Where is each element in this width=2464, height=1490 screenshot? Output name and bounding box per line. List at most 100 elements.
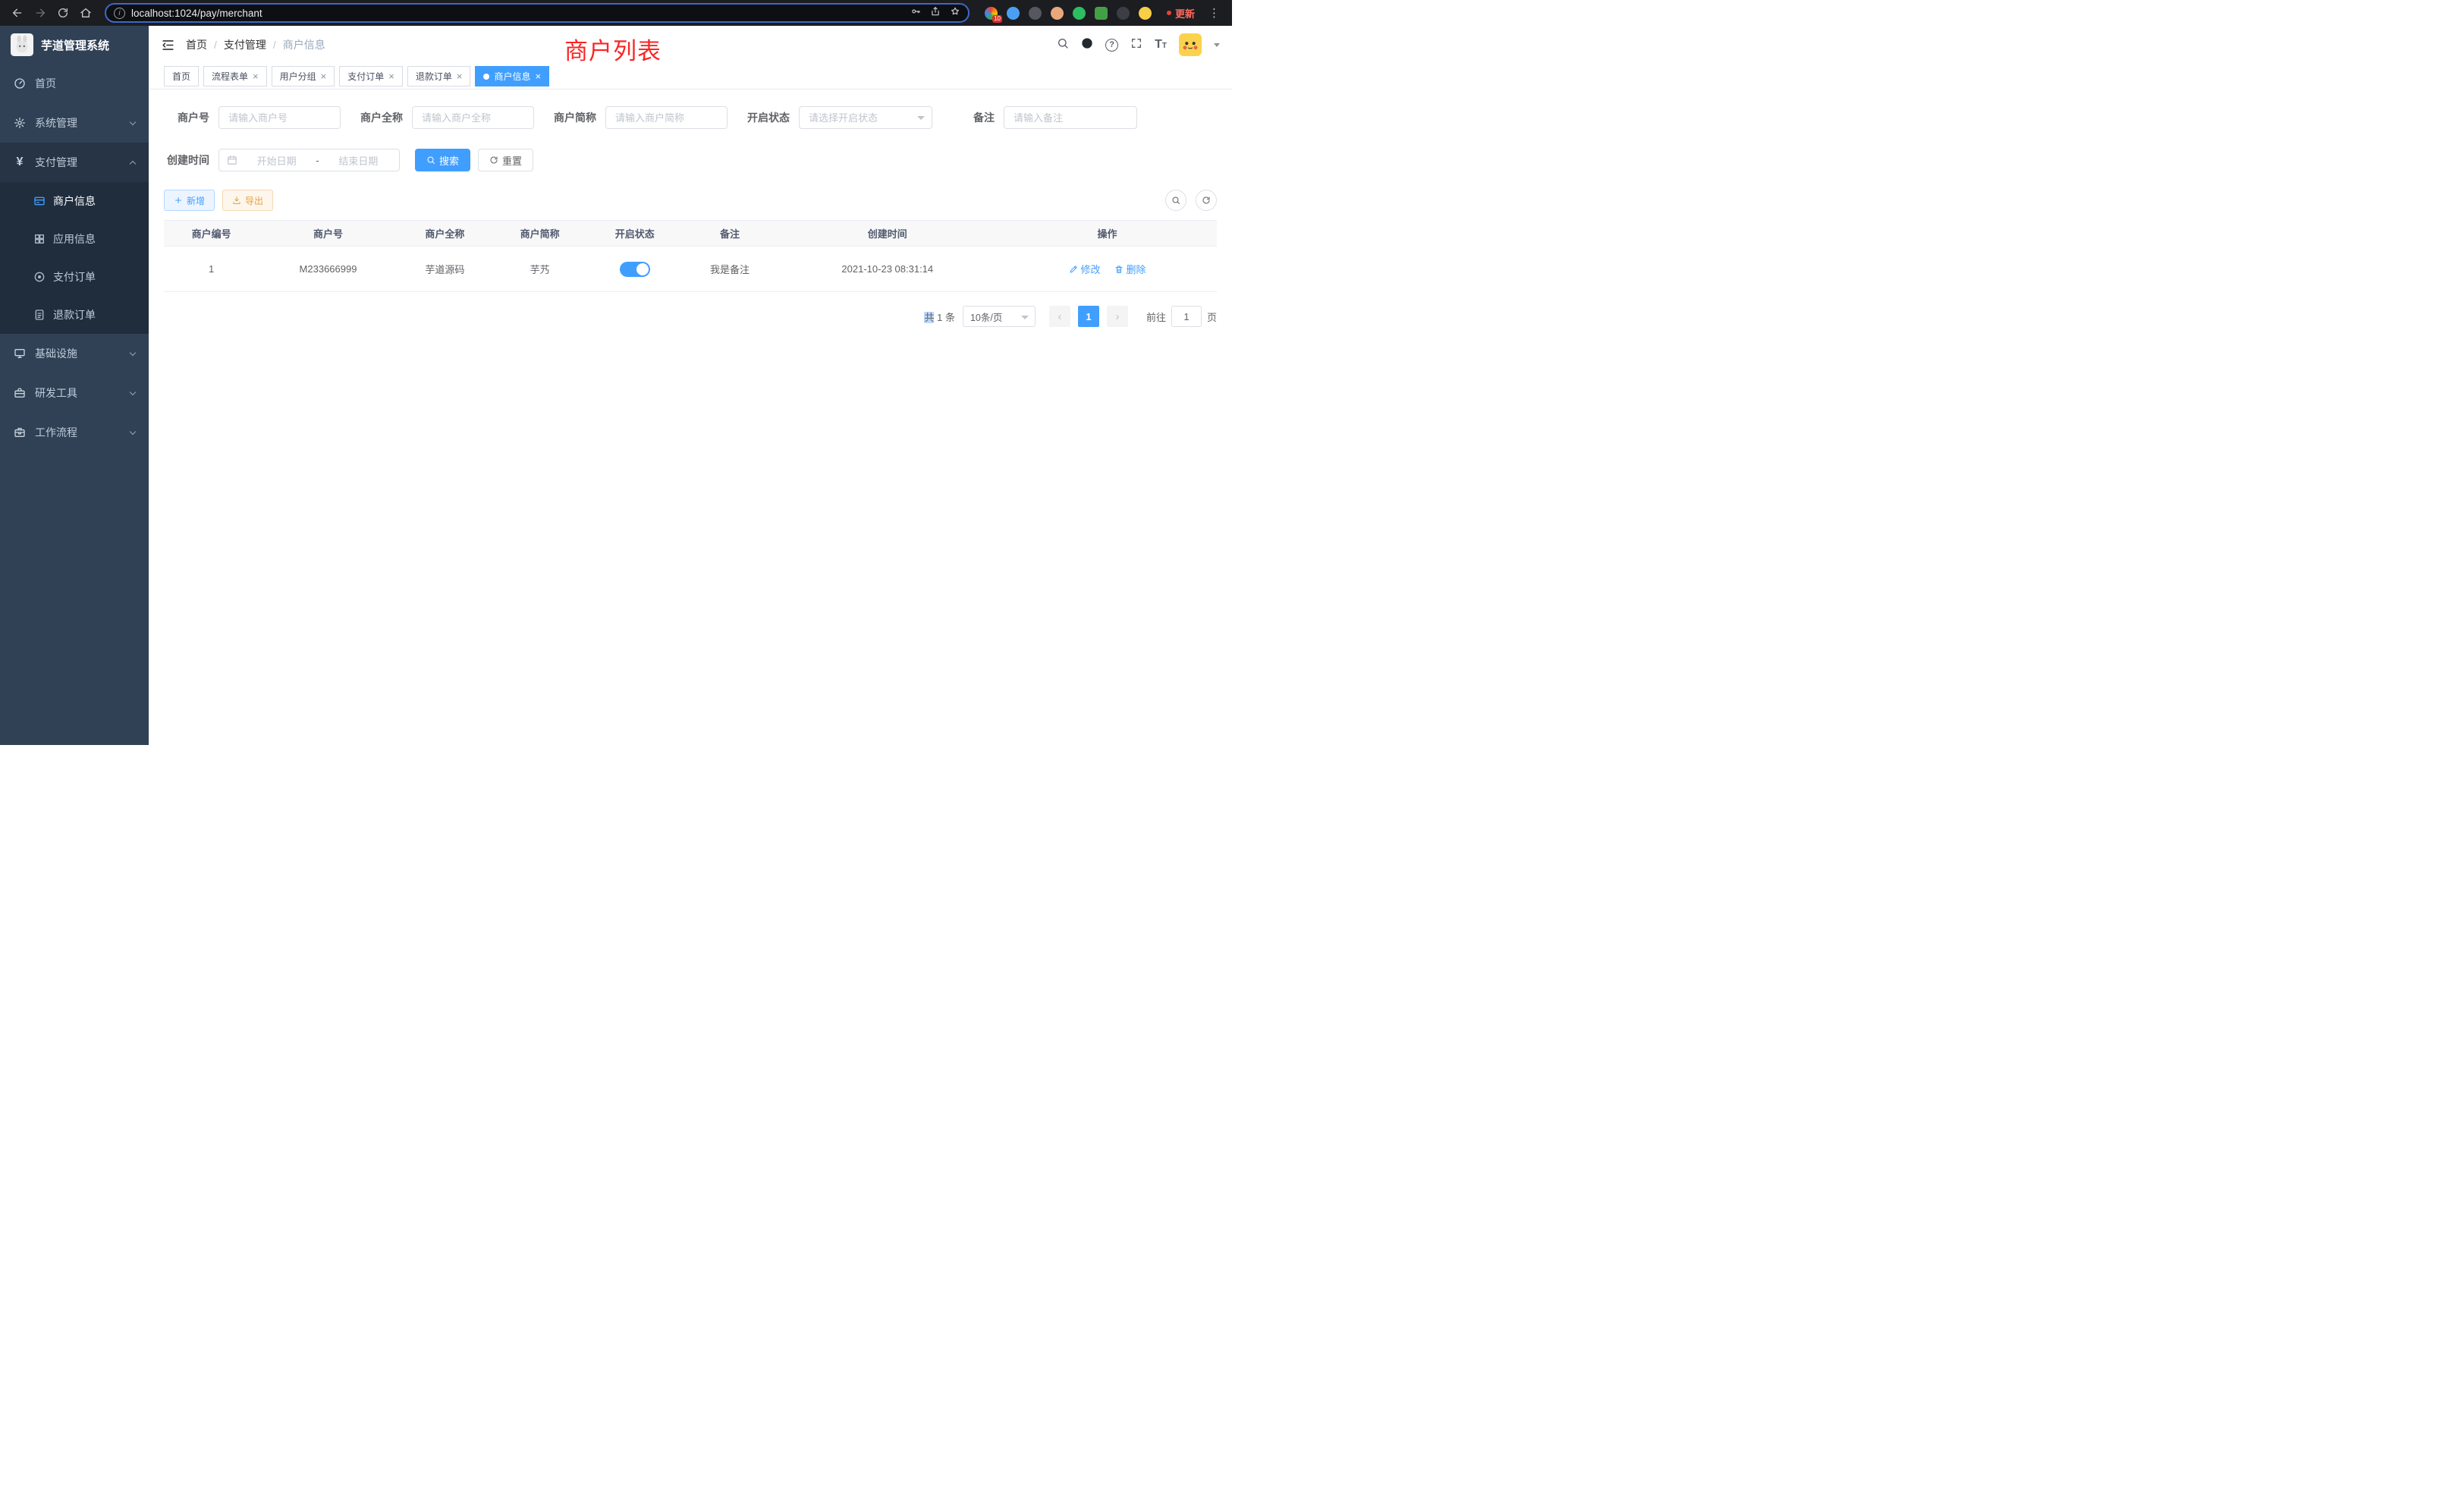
toggle-search-button[interactable] xyxy=(1165,190,1186,211)
sidebar-item-workflow[interactable]: 工作流程 xyxy=(0,413,149,452)
tab-home[interactable]: 首页 xyxy=(164,66,199,86)
app-logo[interactable]: 芋道管理系统 xyxy=(0,26,149,64)
close-icon[interactable]: × xyxy=(388,71,394,81)
merchant-list-page: 商户号 商户全称 商户简称 开启状态 xyxy=(149,90,1232,745)
close-icon[interactable]: × xyxy=(457,71,463,81)
status-select[interactable] xyxy=(799,106,932,129)
sidebar-item-merchant-info[interactable]: 商户信息 xyxy=(0,182,149,220)
goto-label: 前往 xyxy=(1146,310,1166,324)
cell-short-name: 芋艿 xyxy=(492,247,587,292)
extension-icon-8[interactable] xyxy=(1139,7,1152,20)
merchant-no-input[interactable] xyxy=(218,106,341,129)
forward-icon[interactable] xyxy=(30,3,50,23)
close-icon[interactable]: × xyxy=(535,71,541,81)
briefcase-icon xyxy=(14,426,26,439)
site-info-icon[interactable]: i xyxy=(114,8,125,19)
extension-icon-4[interactable] xyxy=(1051,7,1064,20)
tags-view-bar: 首页 流程表单 × 用户分组 × 支付订单 × 退款订单 × xyxy=(149,64,1232,90)
target-icon xyxy=(33,271,46,283)
refresh-table-button[interactable] xyxy=(1196,190,1217,211)
extension-badge: 10 xyxy=(992,15,1002,23)
remark-label: 备注 xyxy=(949,110,995,125)
prev-page-button[interactable]: ‹ xyxy=(1049,306,1070,327)
goto-page-input[interactable] xyxy=(1171,306,1202,327)
sidebar-item-refund-order[interactable]: 退款订单 xyxy=(0,296,149,334)
sidebar-item-dev-tools[interactable]: 研发工具 xyxy=(0,373,149,413)
extension-icon-1[interactable]: 10 xyxy=(985,7,998,20)
password-key-icon[interactable] xyxy=(910,6,921,20)
browser-update-button[interactable]: 更新 xyxy=(1161,6,1201,20)
table-row: 1 M233666999 芋道源码 芋艿 我是备注 2021-10-23 08:… xyxy=(164,247,1217,292)
sidebar-item-payment[interactable]: ¥ 支付管理 xyxy=(0,143,149,182)
home-icon[interactable] xyxy=(76,3,96,23)
back-icon[interactable] xyxy=(8,3,27,23)
avatar-caret-icon[interactable] xyxy=(1214,43,1220,47)
search-icon[interactable] xyxy=(1057,37,1069,53)
grid-icon xyxy=(33,233,46,245)
help-icon[interactable]: ? xyxy=(1105,39,1118,52)
merchant-table: 商户编号 商户号 商户全称 商户简称 开启状态 备注 创建时间 操作 1 xyxy=(164,220,1217,292)
page-annotation: 商户列表 xyxy=(564,32,662,66)
bookmark-star-icon[interactable] xyxy=(950,6,960,20)
toolbox-icon xyxy=(14,387,26,399)
reload-icon[interactable] xyxy=(53,3,73,23)
next-page-button[interactable]: › xyxy=(1107,306,1128,327)
close-icon[interactable]: × xyxy=(253,71,259,81)
monitor-icon xyxy=(14,347,26,360)
url-bar[interactable]: i localhost:1024/pay/merchant xyxy=(105,3,970,23)
edit-link[interactable]: 修改 xyxy=(1069,262,1101,276)
create-time-range-picker[interactable]: 开始日期 - 结束日期 xyxy=(218,149,400,171)
breadcrumb-home[interactable]: 首页 xyxy=(186,37,207,52)
sidebar-item-app-info[interactable]: 应用信息 xyxy=(0,220,149,258)
chevron-down-icon xyxy=(130,118,136,124)
yen-icon: ¥ xyxy=(14,156,26,169)
sidebar-collapse-icon[interactable] xyxy=(161,38,175,52)
tab-user-group[interactable]: 用户分组 × xyxy=(272,66,335,86)
sidebar-item-infra[interactable]: 基础设施 xyxy=(0,334,149,373)
tab-process-form[interactable]: 流程表单 × xyxy=(203,66,267,86)
merchant-no-label: 商户号 xyxy=(164,110,209,125)
col-short-name: 商户简称 xyxy=(492,221,587,247)
page-size-select[interactable]: 10条/页 xyxy=(963,306,1036,327)
tab-refund-order[interactable]: 退款订单 × xyxy=(407,66,471,86)
sidebar-item-pay-order[interactable]: 支付订单 xyxy=(0,258,149,296)
download-icon xyxy=(232,196,241,205)
extension-icon-5[interactable] xyxy=(1073,7,1086,20)
extension-icon-3[interactable] xyxy=(1029,7,1042,20)
logo-avatar xyxy=(11,33,33,56)
top-navbar: 首页 / 支付管理 / 商户信息 商户列表 ? TT xyxy=(149,26,1232,64)
delete-link[interactable]: 删除 xyxy=(1114,262,1146,276)
dashboard-icon xyxy=(14,77,26,90)
user-avatar[interactable] xyxy=(1179,33,1202,56)
extension-icon-7[interactable] xyxy=(1117,7,1130,20)
add-button[interactable]: 新增 xyxy=(164,190,215,211)
merchant-short-name-input[interactable] xyxy=(605,106,728,129)
sidebar-item-home[interactable]: 首页 xyxy=(0,64,149,103)
sidebar-item-system[interactable]: 系统管理 xyxy=(0,103,149,143)
breadcrumb-payment[interactable]: 支付管理 xyxy=(224,37,266,52)
pagination: 共 1 条 10条/页 ‹ 1 › 前往 页 xyxy=(164,306,1217,327)
cell-full-name: 芋道源码 xyxy=(398,247,492,292)
status-toggle[interactable] xyxy=(620,262,650,277)
export-button[interactable]: 导出 xyxy=(222,190,273,211)
page-1-button[interactable]: 1 xyxy=(1078,306,1099,327)
cell-actions: 修改 删除 xyxy=(998,247,1217,292)
remark-input[interactable] xyxy=(1004,106,1137,129)
col-actions: 操作 xyxy=(998,221,1217,247)
breadcrumb: 首页 / 支付管理 / 商户信息 xyxy=(186,37,325,52)
tab-merchant-info[interactable]: 商户信息 × xyxy=(475,66,549,86)
edit-pencil-icon xyxy=(1069,265,1078,274)
close-icon[interactable]: × xyxy=(321,71,327,81)
extension-icon-2[interactable] xyxy=(1007,7,1020,20)
reset-button[interactable]: 重置 xyxy=(478,149,533,171)
share-icon[interactable] xyxy=(930,6,941,20)
search-button[interactable]: 搜索 xyxy=(415,149,470,171)
extension-icon-6[interactable] xyxy=(1095,7,1108,20)
browser-menu-icon[interactable]: ⋮ xyxy=(1204,6,1224,20)
fullscreen-icon[interactable] xyxy=(1130,37,1142,53)
tab-pay-order[interactable]: 支付订单 × xyxy=(339,66,403,86)
github-icon[interactable] xyxy=(1081,37,1093,53)
active-dot-icon xyxy=(483,74,489,80)
merchant-full-name-input[interactable] xyxy=(412,106,534,129)
font-size-icon[interactable]: TT xyxy=(1155,39,1167,51)
